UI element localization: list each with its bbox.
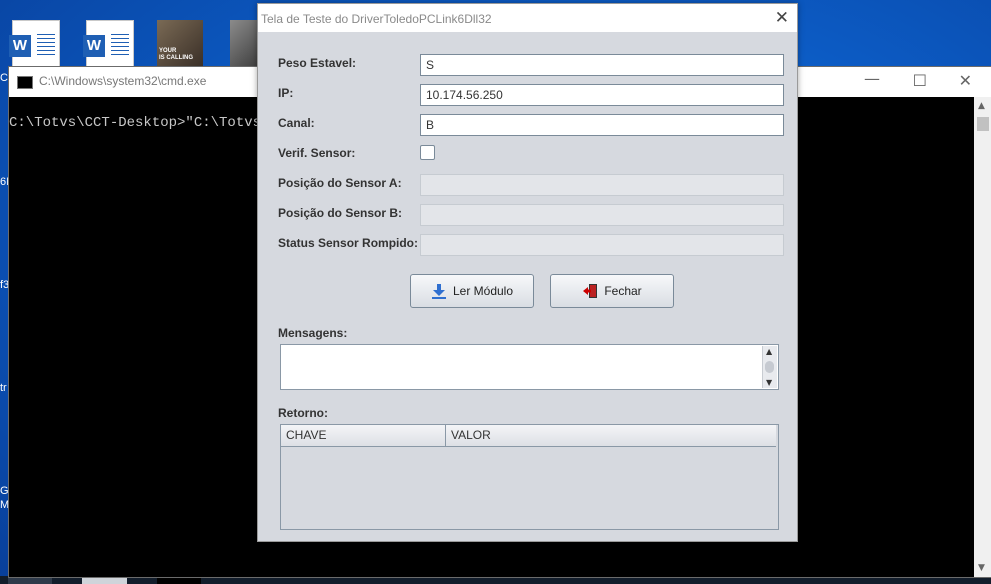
ip-input[interactable] — [420, 84, 784, 106]
retorno-label: Retorno: — [278, 406, 328, 420]
word-document-icon[interactable]: W — [83, 20, 134, 68]
cmd-scrollbar[interactable]: ▲ ▼ — [974, 97, 991, 577]
thumbnail-caption: YOUR IS CALLING — [159, 48, 193, 61]
posicao-sensor-a-field — [420, 174, 784, 196]
table-header: CHAVE VALOR — [281, 425, 776, 447]
driver-test-dialog: Tela de Teste do DriverToledoPCLink6Dll3… — [257, 3, 798, 542]
verif-sensor-checkbox[interactable] — [420, 145, 435, 160]
status-sensor-rompido-label: Status Sensor Rompido: — [278, 236, 419, 250]
ler-modulo-label: Ler Módulo — [452, 284, 514, 298]
mensagens-textarea[interactable]: ▲ ▼ — [280, 344, 779, 390]
posicao-sensor-b-field — [420, 204, 784, 226]
ler-modulo-button[interactable]: Ler Módulo — [410, 274, 534, 308]
mensagens-scrollbar[interactable]: ▲ ▼ — [762, 346, 777, 388]
fechar-label: Fechar — [604, 284, 642, 298]
fechar-button[interactable]: Fechar — [550, 274, 674, 308]
posicao-sensor-b-label: Posição do Sensor B: — [278, 206, 403, 220]
scroll-down-icon[interactable]: ▼ — [978, 563, 985, 573]
column-header-chave[interactable]: CHAVE — [281, 425, 446, 446]
desktop-edge-text: C — [0, 72, 8, 84]
image-thumbnail-icon[interactable] — [230, 20, 260, 66]
canal-input[interactable] — [420, 114, 784, 136]
canal-label: Canal: — [278, 116, 315, 130]
peso-estavel-input[interactable] — [420, 54, 784, 76]
close-icon[interactable]: ✕ — [775, 8, 789, 28]
posicao-sensor-a-label: Posição do Sensor A: — [278, 176, 402, 190]
retorno-table[interactable]: CHAVE VALOR — [280, 424, 779, 530]
ip-label: IP: — [278, 86, 294, 100]
close-icon[interactable]: ✕ — [959, 71, 972, 90]
scrollbar-thumb[interactable] — [977, 117, 989, 131]
download-icon — [431, 284, 446, 299]
mensagens-label: Mensagens: — [278, 326, 348, 340]
video-thumbnail-icon[interactable]: YOUR IS CALLING — [157, 20, 203, 66]
word-document-icon[interactable]: W — [9, 20, 60, 68]
peso-estavel-label: Peso Estavel: — [278, 56, 357, 70]
minimize-icon[interactable]: — — [864, 69, 880, 88]
verif-sensor-label: Verif. Sensor: — [278, 146, 356, 160]
column-header-valor[interactable]: VALOR — [446, 425, 776, 446]
scroll-up-icon[interactable]: ▲ — [766, 347, 772, 356]
scrollbar-thumb[interactable] — [765, 361, 774, 373]
maximize-icon[interactable]: ☐ — [913, 71, 927, 90]
dialog-titlebar[interactable]: Tela de Teste do DriverToledoPCLink6Dll3… — [258, 4, 797, 32]
scroll-up-icon[interactable]: ▲ — [978, 101, 985, 111]
exit-door-icon — [583, 284, 598, 298]
dialog-title: Tela de Teste do DriverToledoPCLink6Dll3… — [261, 12, 492, 26]
scroll-down-icon[interactable]: ▼ — [766, 378, 772, 387]
cmd-output-line: C:\Totvs\CCT-Desktop>"C:\Totvs\ — [9, 115, 270, 131]
console-icon — [17, 76, 33, 89]
status-sensor-rompido-field — [420, 234, 784, 256]
cmd-title: C:\Windows\system32\cmd.exe — [39, 74, 207, 88]
desktop-edge-text: tr — [0, 382, 7, 394]
